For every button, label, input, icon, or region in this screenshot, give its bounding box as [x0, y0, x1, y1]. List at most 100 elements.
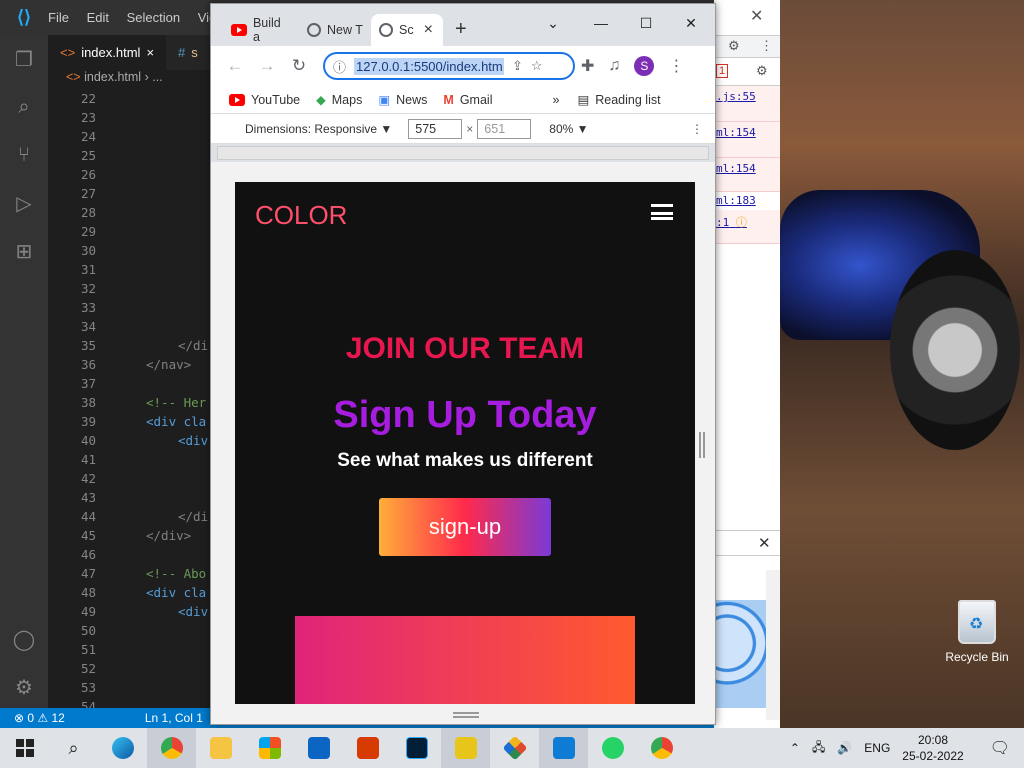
console-error-row: .js:55 [714, 86, 780, 122]
explorer-icon[interactable]: ❐ [0, 35, 48, 83]
close-icon[interactable]: × [424, 21, 433, 39]
breadcrumb-file[interactable]: index.html [84, 70, 141, 84]
back-icon[interactable]: ← [219, 56, 251, 76]
viewport-height-input[interactable]: 651 [477, 118, 532, 139]
taskbar-chrome-2[interactable] [637, 728, 686, 768]
chevron-up-icon[interactable]: ⌃ [790, 741, 800, 755]
address-bar[interactable]: ⓘ 127.0.0.1:5500/index.htm ⇪ ☆ [323, 52, 575, 80]
language-indicator[interactable]: ENG [864, 741, 890, 755]
minimize-button[interactable]: — [581, 10, 621, 36]
bookmark-news[interactable]: ▣ News [378, 92, 427, 108]
recycle-bin-shortcut[interactable]: ♻ Recycle Bin [942, 600, 1012, 664]
source-link[interactable]: .js:55 [716, 90, 756, 103]
error-counter-badge[interactable]: 1 [716, 64, 729, 78]
close-icon[interactable]: ✕ [750, 6, 763, 26]
clock[interactable]: 20:08 25-02-2022 [902, 732, 963, 764]
chrome-tab-newtab[interactable]: New T [299, 14, 371, 46]
site-brand-logo[interactable]: COLOR [255, 200, 347, 231]
notification-icon[interactable]: 🗨 [990, 738, 1010, 758]
avatar[interactable]: S [634, 56, 655, 76]
scrollbar[interactable] [766, 570, 780, 720]
account-icon[interactable]: ◯ [0, 615, 48, 663]
taskbar-recorder[interactable] [441, 728, 490, 768]
chrome-toolbar: ← → ↻ ⓘ 127.0.0.1:5500/index.htm ⇪ ☆ ✚ ♫… [211, 46, 715, 86]
taskbar-chrome[interactable] [147, 728, 196, 768]
menu-edit[interactable]: Edit [87, 10, 109, 25]
hamburger-menu-icon[interactable] [651, 204, 673, 220]
gmail-icon: M [443, 92, 454, 107]
line-number: 40 [80, 433, 96, 448]
gear-icon[interactable]: ⚙ [756, 63, 768, 79]
menu-selection[interactable]: Selection [127, 10, 180, 25]
menu-more-icon[interactable]: ⋮ [668, 56, 684, 76]
source-link[interactable]: ml:154 [716, 126, 756, 139]
device-more-icon[interactable]: ⋮ [691, 122, 703, 136]
line-number: 42 [80, 471, 96, 486]
url-text[interactable]: 127.0.0.1:5500/index.htm [354, 57, 505, 75]
bookmark-maps[interactable]: ◆ Maps [316, 92, 362, 108]
problems-status[interactable]: ⊗ 0 ⚠ 12 [14, 711, 65, 725]
dimensions-dropdown[interactable]: Dimensions: Responsive ▼ [245, 122, 392, 136]
resize-handle-bottom[interactable] [453, 712, 479, 718]
taskbar-mail[interactable] [294, 728, 343, 768]
maximize-button[interactable]: ☐ [626, 10, 666, 36]
network-icon[interactable]: 🖧 [812, 738, 825, 759]
taskbar-vscode[interactable] [539, 728, 588, 768]
close-icon[interactable]: × [146, 45, 154, 60]
source-link[interactable]: ml:183 [716, 194, 756, 207]
bookmark-star-icon[interactable]: ☆ [531, 58, 543, 74]
line-number: 39 [80, 414, 96, 429]
taskbar-explorer[interactable] [196, 728, 245, 768]
taskbar-whatsapp[interactable] [588, 728, 637, 768]
taskbar-office[interactable] [343, 728, 392, 768]
line-number: 48 [80, 585, 96, 600]
tab-index-html[interactable]: <> index.html × [48, 35, 167, 70]
signup-button[interactable]: sign-up [379, 498, 551, 556]
bookmark-youtube[interactable]: YouTube [229, 93, 300, 107]
tab-stylesheet[interactable]: # s [166, 35, 210, 70]
bookmark-gmail[interactable]: M Gmail [443, 93, 492, 107]
bookmarks-overflow-icon[interactable]: » [552, 93, 559, 107]
close-icon[interactable]: ✕ [758, 534, 771, 552]
gear-icon[interactable]: ⚙ [0, 663, 48, 711]
taskbar-photoshop[interactable] [392, 728, 441, 768]
viewport-width-input[interactable]: 575 [408, 118, 463, 139]
zoom-dropdown[interactable]: 80% ▼ [549, 122, 588, 136]
code-editor[interactable]: </di </nav> <!-- Her <div cla <div </di … [118, 89, 218, 708]
tab-search-icon[interactable]: ⌄ [533, 10, 573, 36]
reload-icon[interactable]: ↻ [283, 56, 315, 76]
site-info-icon[interactable]: ⓘ [333, 57, 346, 76]
cursor-position[interactable]: Ln 1, Col 1 [145, 711, 203, 725]
media-query-ruler[interactable] [217, 146, 709, 160]
line-number: 43 [80, 490, 96, 505]
media-control-icon[interactable]: ♫ [608, 57, 620, 75]
new-tab-button[interactable]: + [455, 18, 467, 41]
source-link[interactable]: ml:154 [716, 162, 756, 175]
source-link[interactable]: :1 [716, 216, 729, 229]
reading-list-button[interactable]: ▤ Reading list [577, 92, 660, 108]
gear-icon[interactable]: ⚙ [728, 38, 740, 54]
taskbar-store[interactable] [245, 728, 294, 768]
more-icon[interactable]: ⋮ [760, 38, 773, 54]
search-icon[interactable]: ⌕ [49, 728, 98, 768]
taskbar-edge[interactable] [98, 728, 147, 768]
extensions-icon[interactable]: ⊞ [0, 227, 48, 275]
forward-icon[interactable]: → [251, 56, 283, 76]
taskbar-app[interactable] [490, 728, 539, 768]
mail-icon [307, 737, 330, 759]
menu-file[interactable]: File [48, 10, 69, 25]
breadcrumb-rest[interactable]: ... [152, 70, 162, 84]
share-icon[interactable]: ⇪ [512, 58, 523, 74]
volume-icon[interactable]: 🔊 [837, 741, 852, 755]
recorder-icon [454, 737, 477, 759]
line-number: 26 [80, 167, 96, 182]
extensions-icon[interactable]: ✚ [581, 56, 594, 76]
chrome-tab-build[interactable]: Build a [223, 14, 299, 46]
close-window-button[interactable]: ✕ [671, 10, 711, 36]
resize-handle-right[interactable] [699, 432, 705, 458]
search-icon[interactable]: ⌕ [0, 83, 48, 131]
source-control-icon[interactable]: ⑂ [0, 131, 48, 179]
chrome-tab-active[interactable]: Sc × [371, 14, 443, 46]
run-debug-icon[interactable]: ▷ [0, 179, 48, 227]
start-button[interactable] [0, 728, 49, 768]
